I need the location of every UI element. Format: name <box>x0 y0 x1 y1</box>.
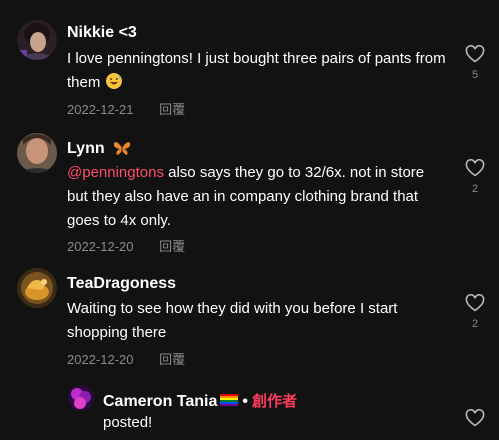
comment-text: I love penningtons! I just bought three … <box>67 47 447 98</box>
author-name: Cameron Tania <box>103 393 218 410</box>
comment-meta: 2022-12-21 回覆 <box>67 99 185 118</box>
comment-meta: 2022-12-20 回覆 <box>67 236 185 255</box>
comment-body: posted! <box>103 414 153 431</box>
reply-button[interactable]: 回覆 <box>159 352 185 367</box>
comment-author[interactable]: Cameron Tania • 創作者 <box>103 390 297 411</box>
reply-button[interactable]: 回覆 <box>159 239 185 254</box>
butterfly-emoji <box>113 140 131 161</box>
comment-author[interactable]: Nikkie <3 <box>67 24 137 42</box>
comment-meta: 2022-12-20 回覆 <box>67 349 185 368</box>
reply-comment-item: Cameron Tania • 創作者 posted! <box>0 375 499 440</box>
rainbow-flag-icon <box>220 394 239 406</box>
like-count: 2 <box>471 318 479 330</box>
avatar[interactable] <box>68 385 94 411</box>
avatar[interactable] <box>17 133 57 173</box>
like-button[interactable]: 2 <box>460 159 490 195</box>
comment-date: 2022-12-20 <box>67 239 134 254</box>
grinning-sweat-emoji <box>105 72 123 98</box>
comment-author[interactable]: TeaDragoness <box>67 275 176 293</box>
like-count: 5 <box>471 69 479 81</box>
like-button[interactable]: 5 <box>460 45 490 81</box>
comment-item: TeaDragoness Waiting to see how they did… <box>0 260 499 375</box>
heart-icon <box>465 159 485 177</box>
heart-icon <box>465 45 485 63</box>
heart-icon <box>465 409 485 427</box>
like-button[interactable] <box>460 409 490 427</box>
avatar[interactable] <box>17 268 57 308</box>
avatar[interactable] <box>17 20 57 60</box>
mention-link[interactable]: @penningtons <box>67 164 164 181</box>
comment-date: 2022-12-20 <box>67 352 134 367</box>
separator-dot: • <box>242 393 249 410</box>
like-count: 2 <box>471 183 479 195</box>
comment-item: Lynn @penningtons also says they go to 3… <box>0 125 499 260</box>
comment-text: Waiting to see how they did with you bef… <box>67 297 447 345</box>
heart-icon <box>465 294 485 312</box>
comment-text: posted! <box>103 411 483 435</box>
comment-body: Waiting to see how they did with you bef… <box>67 300 398 341</box>
reply-button[interactable]: 回覆 <box>159 102 185 117</box>
like-button[interactable]: 2 <box>460 294 490 330</box>
comment-date: 2022-12-21 <box>67 102 134 117</box>
creator-badge: 創作者 <box>252 393 298 410</box>
comment-author[interactable]: Lynn <box>67 140 131 161</box>
comment-text: @penningtons also says they go to 32/6x.… <box>67 161 447 233</box>
comment-item: Nikkie <3 I love penningtons! I just bou… <box>0 0 499 125</box>
comment-body: I love penningtons! I just bought three … <box>67 50 446 91</box>
author-name: Lynn <box>67 140 105 157</box>
